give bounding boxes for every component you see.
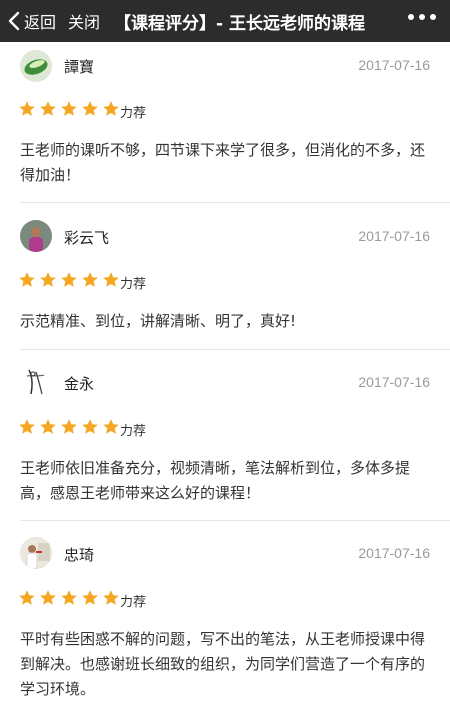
ink-sketch-avatar[interactable] [20, 366, 52, 398]
star-icon [61, 101, 77, 116]
back-label: 返回 [24, 13, 57, 32]
review-item: 忠琦 2017-07-16 力荐 平时有些困惑不解的问题，写不出的笔法，从王老师… [0, 521, 450, 714]
review-comment: 王老师依旧准备充分，视频清晰，笔法解析到位，多体多提高，感恩王老师带来这么好的课… [20, 459, 411, 502]
close-button[interactable]: 关闭 [68, 9, 100, 33]
review-date: 2017-07-16 [358, 545, 430, 561]
review-username: 譚寶 [64, 58, 95, 76]
rating-label: 力荐 [120, 277, 147, 292]
star-icon [19, 419, 35, 434]
star-icon [103, 101, 119, 116]
star-icon [40, 272, 56, 287]
page-title: 【课程评分】- 王长远老师的课程 [114, 13, 366, 34]
star-icon [19, 272, 35, 287]
star-rating [18, 589, 120, 607]
review-username: 金永 [64, 375, 95, 393]
review-username: 彩云飞 [64, 229, 110, 247]
star-icon [61, 419, 77, 434]
star-icon [40, 101, 56, 116]
star-icon [40, 419, 56, 434]
rating-label: 力荐 [120, 106, 147, 121]
star-icon [103, 272, 119, 287]
star-icon [40, 590, 56, 605]
star-icon [82, 272, 98, 287]
review-item: 金永 2017-07-16 力荐 王老师依旧准备充分，视频清晰，笔法解析到位，多… [0, 350, 450, 521]
review-comment: 平时有些困惑不解的问题，写不出的笔法，从王老师授课中得到解决。也感谢班长细致的组… [20, 630, 426, 698]
lecture-photo-avatar[interactable] [20, 537, 52, 569]
review-date: 2017-07-16 [358, 374, 430, 390]
review-comment: 示范精准、到位，讲解清晰、明了，真好! [20, 312, 297, 330]
star-rating [18, 271, 120, 289]
review-comment: 王老师的课听不够，四节课下来学了很多，但消化的不多，还得加油！ [20, 141, 426, 184]
star-icon [82, 101, 98, 116]
chevron-left-icon [8, 11, 20, 31]
person-photo-avatar[interactable] [20, 220, 52, 252]
star-icon [82, 590, 98, 605]
star-icon [61, 272, 77, 287]
star-icon [103, 590, 119, 605]
review-item: 譚寶 2017-07-16 力荐 王老师的课听不够，四节课下来学了很多，但消化的… [0, 42, 450, 203]
more-dot-icon [408, 14, 414, 20]
star-icon [19, 590, 35, 605]
more-menu-button[interactable] [408, 14, 436, 20]
star-icon [82, 419, 98, 434]
more-dot-icon [419, 14, 425, 20]
green-leaf-avatar[interactable] [20, 50, 52, 82]
more-dot-icon [430, 14, 436, 20]
star-icon [61, 590, 77, 605]
star-rating [18, 418, 120, 436]
star-rating [18, 100, 120, 118]
review-item: 彩云飞 2017-07-16 力荐 示范精准、到位，讲解清晰、明了，真好! [0, 203, 450, 350]
review-date: 2017-07-16 [358, 228, 430, 244]
back-button[interactable]: 返回 [8, 9, 56, 33]
review-date: 2017-07-16 [358, 57, 430, 73]
rating-label: 力荐 [120, 424, 147, 439]
review-list: 譚寶 2017-07-16 力荐 王老师的课听不够，四节课下来学了很多，但消化的… [0, 42, 450, 714]
star-icon [103, 419, 119, 434]
navigation-bar: 返回 关闭 【课程评分】- 王长远老师的课程 [0, 0, 450, 42]
review-username: 忠琦 [64, 546, 95, 564]
rating-label: 力荐 [120, 595, 147, 610]
star-icon [19, 101, 35, 116]
